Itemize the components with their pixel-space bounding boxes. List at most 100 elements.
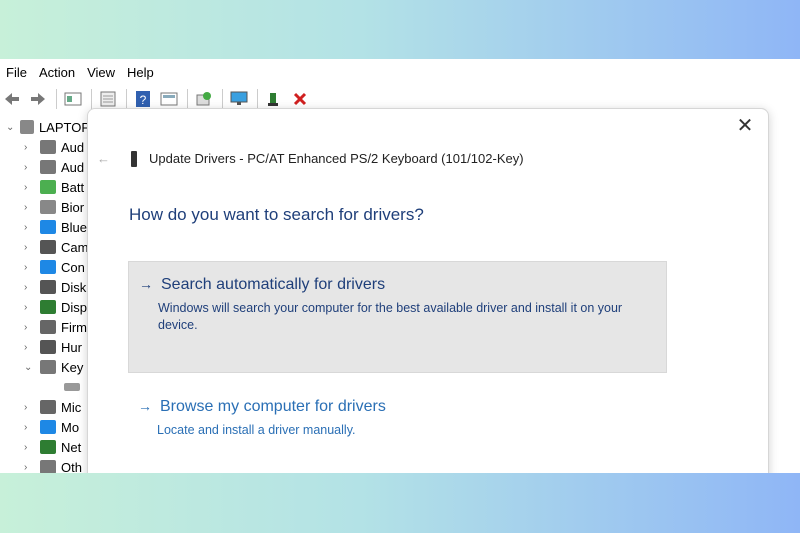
tree-item-label: Disk (61, 279, 87, 295)
tree-item[interactable]: › Firm (0, 317, 90, 337)
chevron-right-icon[interactable]: › (24, 162, 36, 173)
menu-help[interactable]: Help (121, 65, 160, 80)
browse-computer-description: Locate and install a driver manually. (157, 423, 356, 437)
device-category-icon (64, 383, 80, 391)
tree-item-label: Blue (61, 219, 88, 235)
toolbar-separator (222, 89, 223, 109)
device-category-icon (40, 340, 56, 354)
tree-item-label: Aud (61, 139, 85, 155)
chevron-right-icon[interactable]: › (24, 302, 36, 313)
device-category-icon (40, 160, 56, 174)
back-arrow-icon[interactable]: ← (97, 151, 110, 166)
tree-item-label: Mo (61, 419, 80, 435)
chevron-right-icon[interactable]: › (24, 442, 36, 453)
option-title: → Search automatically for drivers (139, 276, 666, 294)
keyboard-device-icon (131, 151, 137, 167)
chevron-right-icon[interactable]: › (24, 222, 36, 233)
enable-device-icon[interactable] (264, 89, 284, 109)
toolbar-separator (91, 89, 92, 109)
device-category-icon (40, 460, 56, 473)
forward-arrow-icon[interactable] (28, 89, 48, 109)
tree-item[interactable]: › Oth (0, 457, 90, 473)
tree-item-label: Key (61, 359, 84, 375)
tree-item[interactable]: › Con (0, 257, 90, 277)
tree-item[interactable]: › Mo (0, 417, 90, 437)
chevron-right-icon[interactable]: › (24, 202, 36, 213)
option-title: → Browse my computer for drivers (138, 398, 665, 416)
device-category-icon (40, 280, 56, 294)
scan-icon[interactable] (194, 89, 214, 109)
device-category-icon (40, 400, 56, 414)
tree-item-label: Bior (61, 199, 85, 215)
tree-item[interactable]: › Net (0, 437, 90, 457)
tree-item-label: Con (61, 259, 85, 275)
tree-item[interactable]: › Bior (0, 197, 90, 217)
svg-text:?: ? (140, 93, 147, 107)
device-manager-window: File Action View Help ? ⌄ LAPTOP › Aud ›… (0, 59, 800, 473)
browse-computer-option[interactable]: → Browse my computer for drivers Locate a… (128, 393, 665, 453)
tree-item[interactable] (0, 377, 90, 397)
properties-icon[interactable] (63, 89, 83, 109)
update-drivers-dialog: ✕ ← Update Drivers - PC/AT Enhanced PS/2… (87, 108, 769, 473)
device-category-icon (40, 320, 56, 334)
device-category-icon (40, 300, 56, 314)
update-driver-icon[interactable] (98, 89, 118, 109)
dialog-question: How do you want to search for drivers? (129, 205, 424, 224)
tree-item[interactable]: ⌄ Key (0, 357, 90, 377)
device-category-icon (40, 180, 56, 194)
search-automatically-option[interactable]: → Search automatically for drivers Window… (128, 261, 667, 373)
chevron-right-icon[interactable]: › (24, 422, 36, 433)
tree-item[interactable]: › Aud (0, 137, 90, 157)
chevron-right-icon[interactable]: › (24, 242, 36, 253)
tree-item[interactable]: › Aud (0, 157, 90, 177)
tree-item-label: Hur (61, 339, 82, 355)
device-category-icon (40, 260, 56, 274)
arrow-right-icon: → (138, 398, 152, 414)
search-automatically-description: Windows will search your computer for th… (158, 301, 623, 332)
device-category-icon (40, 420, 56, 434)
tree-item[interactable]: › Batt (0, 177, 90, 197)
device-category-icon (40, 140, 56, 154)
tree-item-label: Disp (61, 299, 88, 315)
dialog-title: Update Drivers - PC/AT Enhanced PS/2 Key… (149, 151, 524, 166)
device-category-icon (40, 240, 56, 254)
tree-item[interactable]: › Hur (0, 337, 90, 357)
tree-item-label: Mic (61, 399, 82, 415)
chevron-right-icon[interactable]: › (24, 262, 36, 273)
chevron-right-icon[interactable]: › (24, 342, 36, 353)
tree-item-label: Batt (61, 179, 85, 195)
menu-file[interactable]: File (0, 65, 33, 80)
tree-item[interactable]: › Blue (0, 217, 90, 237)
browse-computer-label: Browse my computer for drivers (160, 398, 386, 415)
help-icon[interactable]: ? (133, 89, 153, 109)
chevron-down-icon[interactable]: ⌄ (6, 122, 16, 133)
tree-item[interactable]: › Disp (0, 297, 90, 317)
tree-item-label: Aud (61, 159, 85, 175)
chevron-right-icon[interactable]: › (24, 182, 36, 193)
chevron-down-icon[interactable]: ⌄ (24, 362, 36, 373)
view-icon[interactable] (159, 89, 179, 109)
tree-item-label: Oth (61, 459, 82, 474)
chevron-right-icon[interactable]: › (24, 462, 36, 473)
tree-item[interactable]: › Disk (0, 277, 90, 297)
chevron-right-icon[interactable]: › (24, 282, 36, 293)
chevron-right-icon[interactable]: › (24, 142, 36, 153)
uninstall-icon[interactable] (290, 89, 310, 109)
device-category-icon (40, 220, 56, 234)
tree-item-label: Firm (61, 319, 87, 335)
tree-item[interactable]: › Cam (0, 237, 90, 257)
device-category-icon (40, 200, 56, 214)
back-arrow-icon[interactable] (2, 89, 22, 109)
monitor-icon[interactable] (229, 89, 249, 109)
menu-action[interactable]: Action (33, 65, 81, 80)
tree-root-label: LAPTOP (38, 119, 90, 135)
chevron-right-icon[interactable]: › (24, 402, 36, 413)
device-category-icon (40, 440, 56, 454)
toolbar-separator (257, 89, 258, 109)
chevron-right-icon[interactable]: › (24, 322, 36, 333)
close-button[interactable]: ✕ (736, 116, 754, 136)
tree-item-label: Cam (61, 239, 89, 255)
menu-view[interactable]: View (81, 65, 121, 80)
tree-root[interactable]: ⌄ LAPTOP (0, 117, 90, 137)
tree-item[interactable]: › Mic (0, 397, 90, 417)
